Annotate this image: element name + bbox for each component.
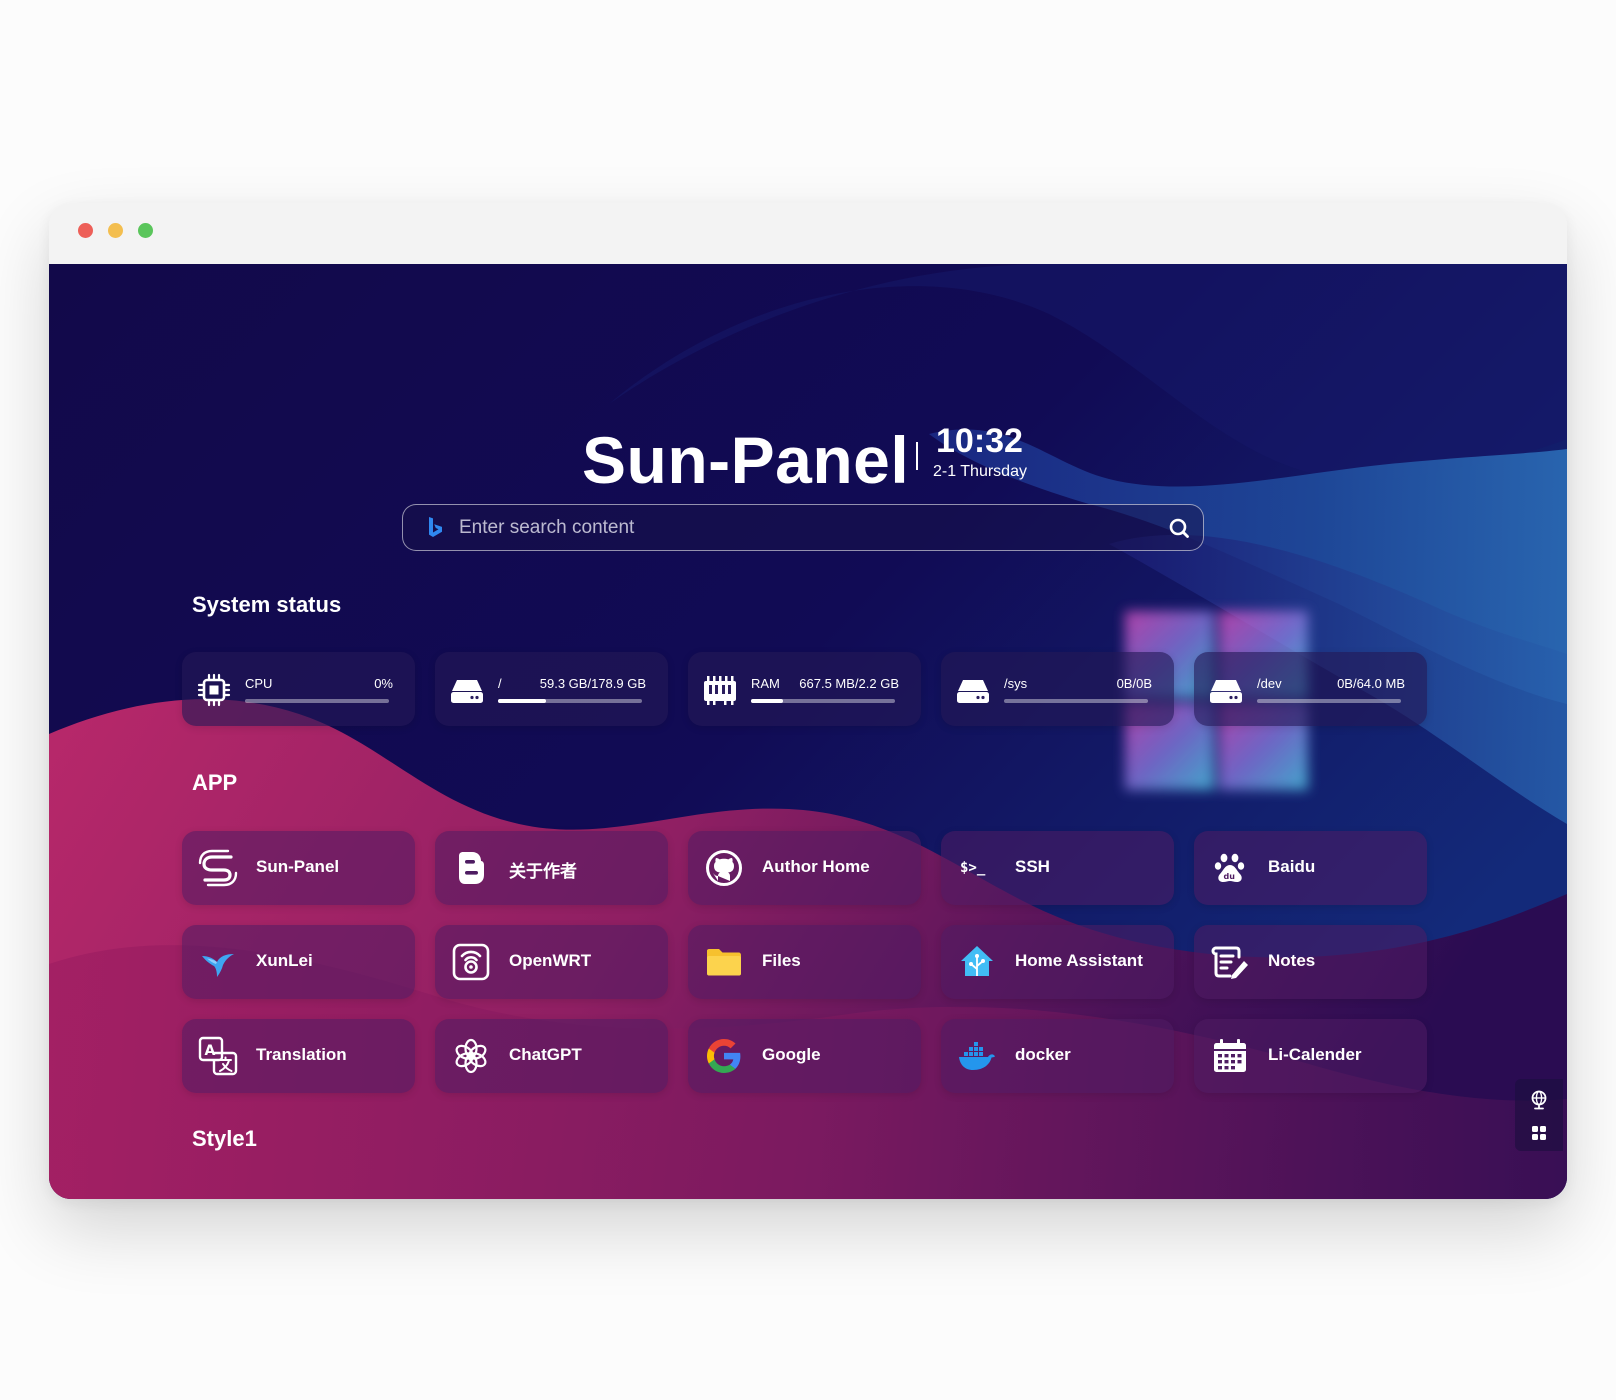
usage-bar-fill [751,699,783,703]
close-window-button[interactable] [78,223,93,238]
app-baidu[interactable]: du Baidu [1194,831,1427,905]
search-bar [402,504,1204,551]
drive-icon [1210,680,1242,703]
app-label: Files [762,951,801,970]
app-chatgpt[interactable]: ChatGPT [435,1019,668,1093]
app-docker[interactable]: docker [941,1019,1174,1093]
status-card-ram: RAM 667.5 MB/2.2 GB [688,652,921,726]
folder-icon [707,949,741,976]
app-label: Baidu [1268,857,1316,876]
app-ssh[interactable]: $>_ SSH [941,831,1174,905]
app-label: docker [1015,1045,1071,1064]
github-icon [706,850,742,886]
app-translation[interactable]: A Translation [182,1019,415,1093]
usage-bar [1004,699,1148,703]
calendar-icon [1214,1039,1246,1072]
status-card-dev-disk: /dev 0B/64.0 MB [1194,652,1427,726]
baidu-paw-icon: du [1214,853,1245,882]
memory-icon [704,676,736,705]
app-label: ChatGPT [509,1045,582,1064]
status-value: 0B/0B [1116,676,1152,691]
app-files[interactable]: Files [688,925,921,999]
app-heading: APP [192,770,238,795]
drive-icon [957,680,989,703]
svg-text:du: du [1224,872,1236,881]
app-home-assistant[interactable]: Home Assistant [941,925,1174,999]
svg-text:$>_: $>_ [960,860,986,876]
notes-icon [1211,946,1248,979]
status-label: CPU [245,676,273,691]
sun-panel-page: Sun-Panel 10:32 2-1 Thursday System stat… [49,264,1567,1199]
browser-window: Sun-Panel 10:32 2-1 Thursday System stat… [49,203,1567,1199]
app-openwrt[interactable]: OpenWRT [435,925,668,999]
docker-icon [959,1042,995,1070]
maximize-window-button[interactable] [138,223,153,238]
page-title: Sun-Panel [582,423,910,497]
usage-bar-fill [498,699,546,703]
home-assistant-icon [961,946,993,976]
title-divider [916,442,918,470]
style1-heading: Style1 [192,1126,257,1151]
window-titlebar [49,203,1567,264]
search-icon[interactable] [1166,515,1192,541]
bing-icon[interactable] [423,515,447,541]
globe-icon[interactable] [1528,1089,1550,1111]
app-google[interactable]: Google [688,1019,921,1093]
app-label: Google [762,1045,821,1064]
status-label: /sys [1004,676,1028,691]
app-author-home[interactable]: Author Home [688,831,921,905]
status-card-root-disk: / 59.3 GB/178.9 GB [435,652,668,726]
app-label: Sun-Panel [256,857,340,876]
usage-bar [1257,699,1401,703]
sun-panel-logo-icon [198,849,238,887]
status-label: /dev [1257,676,1282,691]
status-value: 0% [374,676,393,691]
usage-bar [245,699,389,703]
app-about-author[interactable]: 关于作者 [435,831,668,905]
status-value: 667.5 MB/2.2 GB [799,676,899,691]
app-label: Home Assistant [1015,951,1143,970]
clock-time: 10:32 [936,422,1023,460]
terminal-icon: $>_ [960,860,986,876]
status-value: 59.3 GB/178.9 GB [539,676,646,691]
grid-icon[interactable] [1528,1122,1550,1144]
app-label: SSH [1015,857,1050,876]
status-card-sys-disk: /sys 0B/0B [941,652,1174,726]
side-toolbar [1515,1079,1563,1151]
app-label: Notes [1268,951,1316,970]
app-li-calender[interactable]: Li-Calender [1194,1019,1427,1093]
minimize-window-button[interactable] [108,223,123,238]
app-label: XunLei [256,951,313,970]
app-xunlei[interactable]: XunLei [182,925,415,999]
svg-text:A: A [205,1043,216,1059]
usage-bar [498,699,642,703]
status-value: 0B/64.0 MB [1337,676,1405,691]
drive-icon [451,680,483,703]
app-label: 关于作者 [509,862,577,881]
app-label: Li-Calender [1268,1045,1362,1064]
xunlei-bird-icon [202,954,234,977]
app-sun-panel[interactable]: Sun-Panel [182,831,415,905]
clock-date: 2-1 Thursday [933,463,1027,480]
app-label: Translation [256,1045,347,1064]
blogger-icon [459,852,484,884]
cpu-icon [197,673,231,707]
app-label: Author Home [762,857,870,876]
usage-bar [751,699,895,703]
app-label: OpenWRT [509,951,592,970]
google-icon [707,1039,741,1073]
search-input[interactable] [457,505,1151,551]
openwrt-icon [452,943,490,981]
status-label: / [498,676,502,691]
status-card-cpu: CPU 0% [182,652,415,726]
app-notes[interactable]: Notes [1194,925,1427,999]
translate-icon: A [198,1036,238,1076]
status-label: RAM [751,676,780,691]
openai-icon [455,1038,487,1074]
system-status-heading: System status [192,592,342,617]
